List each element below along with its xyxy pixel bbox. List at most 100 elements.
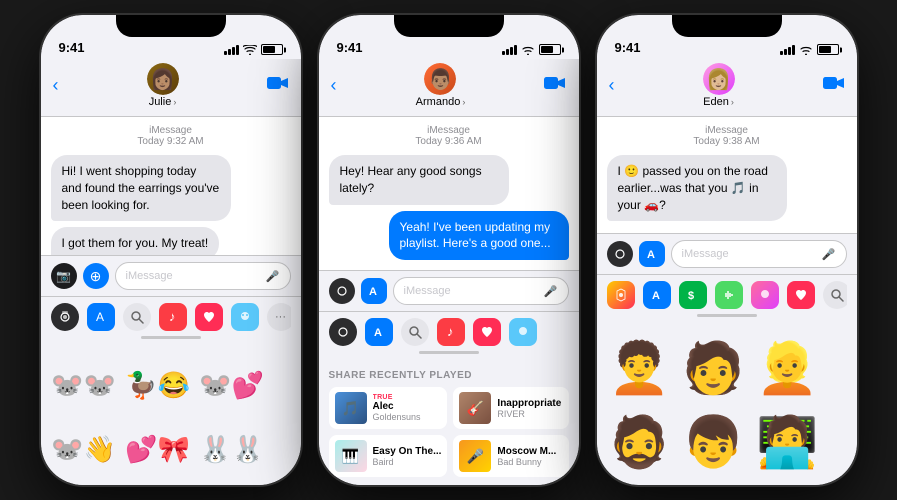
svg-text:♪: ♪ — [169, 310, 176, 324]
search-app-3[interactable] — [823, 281, 847, 309]
sticker-wave[interactable]: 🐭👋 — [49, 419, 119, 479]
contact-info-2[interactable]: 👨🏽 Armando › — [416, 63, 466, 108]
imessage-label-3: iMessage Today 9:38 AM — [607, 125, 847, 147]
video-button-2[interactable] — [544, 75, 566, 96]
app-icons-row-3: A $ — [607, 281, 847, 309]
memoji-4[interactable]: 🧔 — [605, 407, 675, 477]
music-info-item-1: true Alec Goldensuns — [373, 394, 421, 422]
photos-app-3[interactable] — [607, 281, 635, 309]
heart-app-3[interactable] — [787, 281, 815, 309]
heart-app-icon-1[interactable] — [195, 303, 223, 331]
appstore-app-3[interactable]: A — [643, 281, 671, 309]
camera-icon-3[interactable] — [607, 241, 633, 267]
appstore-app-icon-1[interactable]: A — [87, 303, 115, 331]
sticker-mickey-minnie[interactable]: 🐭🐭 — [49, 355, 119, 415]
sticker-minnie-heart[interactable]: 🐭💕 — [197, 355, 267, 415]
memoji-1[interactable]: 🧑‍🦱 — [605, 333, 675, 403]
more-button-1[interactable]: ··· — [267, 303, 291, 331]
app-drawer-3: A $ — [597, 274, 857, 325]
sticker-bff-bow[interactable]: 💕🎀 — [123, 419, 193, 479]
music-app-2[interactable]: ♪ — [437, 318, 465, 346]
phone-1: 9:41 — [41, 15, 301, 485]
camera-icon-2[interactable] — [329, 278, 355, 304]
imessage-input-1[interactable]: iMessage 🎤 — [115, 262, 291, 290]
camera-app-icon-1[interactable] — [51, 303, 79, 331]
back-chevron-1: ‹ — [53, 75, 59, 96]
messages-area-3: iMessage Today 9:38 AM I 🙂 passed you on… — [597, 117, 857, 233]
memoji-app-3[interactable] — [751, 281, 779, 309]
phone-2: 9:41 ‹ — [319, 15, 579, 485]
waveform-app-3[interactable] — [715, 281, 743, 309]
share-title-1: SHARE RECENTLY PLAYED — [329, 370, 569, 381]
svg-text:A: A — [374, 327, 382, 339]
music-item-1[interactable]: 🎵 true Alec Goldensuns — [329, 387, 448, 429]
battery-icon-2 — [539, 44, 561, 55]
memoji-2[interactable]: 🧑 — [679, 333, 749, 403]
screen-2: 9:41 ‹ — [319, 15, 579, 485]
screen-3: 9:41 ‹ — [597, 15, 857, 485]
imessage-input-3[interactable]: iMessage 🎤 — [671, 240, 847, 268]
music-item-2[interactable]: 🎸 Inappropriate RIVER — [453, 387, 568, 429]
back-button-3[interactable]: ‹ — [609, 75, 615, 96]
memoji-3[interactable]: 👱 — [753, 333, 823, 403]
mic-icon-3: 🎤 — [822, 248, 836, 261]
memoji-app-icon-1[interactable] — [231, 303, 259, 331]
music-app-icon-1[interactable]: ♪ — [159, 303, 187, 331]
appstore-icon-3[interactable]: A — [639, 241, 665, 267]
appstore-app-2[interactable]: A — [365, 318, 393, 346]
status-time-3: 9:41 — [615, 40, 641, 55]
input-area-2: A iMessage 🎤 — [319, 270, 579, 311]
app-drawer-1: A ♪ ··· — [41, 296, 301, 347]
messages-area-1: iMessage Today 9:32 AM Hi! I went shoppi… — [41, 117, 301, 255]
contact-info-1[interactable]: 👩🏽 Julie › — [147, 63, 179, 108]
back-button-2[interactable]: ‹ — [331, 75, 337, 96]
imessage-input-2[interactable]: iMessage 🎤 — [393, 277, 569, 305]
music-info-item-3: Easy On The... Baird — [373, 446, 442, 467]
music-item-4[interactable]: 🎤 Moscow M... Bad Bunny — [453, 435, 568, 477]
music-item-3[interactable]: 🎹 Easy On The... Baird — [329, 435, 448, 477]
status-time-1: 9:41 — [59, 40, 85, 55]
music-info-item-4: Moscow M... Bad Bunny — [497, 446, 556, 467]
sticker-donald[interactable]: 🦆😂 — [123, 355, 193, 415]
memoji-5[interactable]: 👦 — [679, 407, 749, 477]
video-button-1[interactable] — [267, 75, 289, 96]
message-bubble-2: I got them for you. My treat! — [51, 227, 220, 255]
chat-header-3: ‹ 👩🏼 Eden › — [597, 59, 857, 117]
cash-app-3[interactable]: $ — [679, 281, 707, 309]
scroll-indicator-3 — [697, 314, 757, 317]
input-area-1: 📷 ⊕ iMessage 🎤 — [41, 255, 301, 296]
wifi-icon-1 — [243, 45, 257, 55]
wifi-icon-2 — [521, 45, 535, 55]
camera-app-2[interactable] — [329, 318, 357, 346]
contact-name-2: Armando › — [416, 96, 466, 108]
heart-app-2[interactable] — [473, 318, 501, 346]
appstore-icon-1[interactable]: ⊕ — [83, 263, 109, 289]
sticker-bff2[interactable]: 🐰🐰 — [197, 419, 267, 479]
svg-text:A: A — [652, 290, 660, 302]
app-icons-row-1: A ♪ ··· — [51, 303, 291, 331]
scroll-indicator-2 — [419, 351, 479, 354]
contact-name-1: Julie › — [149, 96, 177, 108]
contact-name-3: Eden › — [703, 96, 734, 108]
wifi-icon-3 — [799, 45, 813, 55]
mic-icon-2: 🎤 — [544, 285, 558, 298]
signal-bars-1 — [224, 45, 239, 55]
notch-2 — [394, 15, 504, 37]
status-time-2: 9:41 — [337, 40, 363, 55]
camera-icon-1[interactable]: 📷 — [51, 263, 77, 289]
avatar-3: 👩🏼 — [703, 63, 735, 95]
memoji-app-2[interactable] — [509, 318, 537, 346]
status-icons-3 — [780, 44, 839, 55]
contact-info-3[interactable]: 👩🏼 Eden › — [703, 63, 735, 108]
appstore-icon-2[interactable]: A — [361, 278, 387, 304]
search-app-2[interactable] — [401, 318, 429, 346]
search-app-icon-1[interactable] — [123, 303, 151, 331]
video-button-3[interactable] — [823, 75, 845, 96]
battery-icon-3 — [817, 44, 839, 55]
memoji-6[interactable]: 🧑‍💻 — [753, 407, 823, 477]
chat-header-2: ‹ 👨🏽 Armando › — [319, 59, 579, 117]
message-bubble-5: I 🙂 passed you on the road earlier...was… — [607, 155, 787, 221]
imessage-label-1: iMessage Today 9:32 AM — [51, 125, 291, 147]
back-button-1[interactable]: ‹ — [53, 75, 59, 96]
memoji-panel-1: 🧑‍🦱 🧑 👱 🧔 👦 🧑‍💻 — [597, 325, 857, 485]
